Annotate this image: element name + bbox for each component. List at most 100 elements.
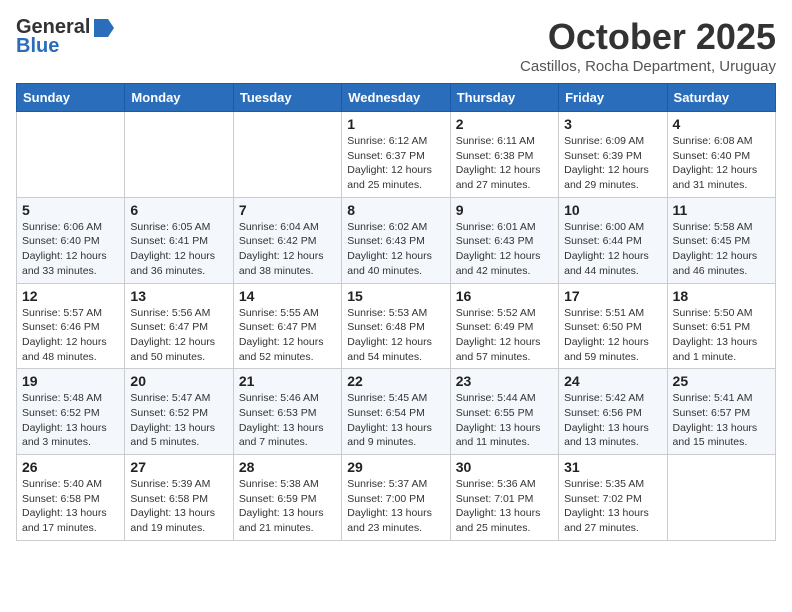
calendar-cell: 8 Sunrise: 6:02 AMSunset: 6:43 PMDaylight… — [342, 197, 450, 283]
calendar-cell: 28 Sunrise: 5:38 AMSunset: 6:59 PMDayligh… — [233, 455, 341, 541]
calendar-cell: 1Sunrise: 6:12 AMSunset: 6:37 PMDaylight… — [342, 112, 450, 198]
title-area: October 2025 Castillos, Rocha Department… — [520, 16, 776, 75]
day-info: Sunrise: 5:42 AMSunset: 6:56 PMDaylight:… — [564, 391, 661, 450]
day-info: Sunrise: 6:04 AMSunset: 6:42 PMDaylight:… — [239, 220, 336, 279]
calendar-week-row: 5Sunrise: 6:06 AMSunset: 6:40 PMDaylight… — [17, 197, 776, 283]
day-number: 2 — [456, 116, 553, 132]
day-number: 5 — [22, 202, 119, 218]
calendar-cell: 9 Sunrise: 6:01 AMSunset: 6:43 PMDaylight… — [450, 197, 558, 283]
calendar-cell: 7 Sunrise: 6:04 AMSunset: 6:42 PMDaylight… — [233, 197, 341, 283]
day-info: Sunrise: 5:52 AMSunset: 6:49 PMDaylight:… — [456, 306, 553, 365]
weekday-header-cell: Wednesday — [342, 84, 450, 112]
month-title: October 2025 — [520, 16, 776, 58]
calendar-cell: 30 Sunrise: 5:36 AMSunset: 7:01 PMDayligh… — [450, 455, 558, 541]
day-info: Sunrise: 5:47 AMSunset: 6:52 PMDaylight:… — [130, 391, 227, 450]
calendar-cell: 27 Sunrise: 5:39 AMSunset: 6:58 PMDayligh… — [125, 455, 233, 541]
calendar-cell: 6Sunrise: 6:05 AMSunset: 6:41 PMDaylight… — [125, 197, 233, 283]
day-info: Sunrise: 5:58 AMSunset: 6:45 PMDaylight:… — [673, 220, 770, 279]
logo: General Blue — [16, 16, 114, 58]
day-info: Sunrise: 5:46 AMSunset: 6:53 PMDaylight:… — [239, 391, 336, 450]
logo-blue-text: Blue — [16, 35, 59, 58]
day-number: 19 — [22, 373, 119, 389]
calendar-cell: 13Sunrise: 5:56 AMSunset: 6:47 PMDayligh… — [125, 283, 233, 369]
day-info: Sunrise: 6:00 AMSunset: 6:44 PMDaylight:… — [564, 220, 661, 279]
day-info: Sunrise: 5:38 AMSunset: 6:59 PMDaylight:… — [239, 477, 336, 536]
calendar-cell: 16Sunrise: 5:52 AMSunset: 6:49 PMDayligh… — [450, 283, 558, 369]
weekday-header-row: SundayMondayTuesdayWednesdayThursdayFrid… — [17, 84, 776, 112]
day-info: Sunrise: 6:09 AMSunset: 6:39 PMDaylight:… — [564, 134, 661, 193]
calendar-cell: 21 Sunrise: 5:46 AMSunset: 6:53 PMDayligh… — [233, 369, 341, 455]
day-info: Sunrise: 6:02 AMSunset: 6:43 PMDaylight:… — [347, 220, 444, 279]
calendar-cell: 22Sunrise: 5:45 AMSunset: 6:54 PMDayligh… — [342, 369, 450, 455]
calendar-cell: 17Sunrise: 5:51 AMSunset: 6:50 PMDayligh… — [559, 283, 667, 369]
day-info: Sunrise: 5:53 AMSunset: 6:48 PMDaylight:… — [347, 306, 444, 365]
day-number: 27 — [130, 459, 227, 475]
day-info: Sunrise: 5:39 AMSunset: 6:58 PMDaylight:… — [130, 477, 227, 536]
day-number: 31 — [564, 459, 661, 475]
weekday-header-cell: Monday — [125, 84, 233, 112]
day-number: 29 — [347, 459, 444, 475]
calendar-cell: 3 Sunrise: 6:09 AMSunset: 6:39 PMDaylight… — [559, 112, 667, 198]
calendar-cell: 2 Sunrise: 6:11 AMSunset: 6:38 PMDaylight… — [450, 112, 558, 198]
calendar-cell: 31Sunrise: 5:35 AMSunset: 7:02 PMDayligh… — [559, 455, 667, 541]
calendar-cell: 29Sunrise: 5:37 AMSunset: 7:00 PMDayligh… — [342, 455, 450, 541]
day-number: 21 — [239, 373, 336, 389]
calendar-cell — [125, 112, 233, 198]
day-number: 12 — [22, 288, 119, 304]
day-info: Sunrise: 5:41 AMSunset: 6:57 PMDaylight:… — [673, 391, 770, 450]
calendar-cell: 26 Sunrise: 5:40 AMSunset: 6:58 PMDayligh… — [17, 455, 125, 541]
day-number: 6 — [130, 202, 227, 218]
calendar-body: 1Sunrise: 6:12 AMSunset: 6:37 PMDaylight… — [17, 112, 776, 541]
day-info: Sunrise: 5:57 AMSunset: 6:46 PMDaylight:… — [22, 306, 119, 365]
calendar-cell: 25Sunrise: 5:41 AMSunset: 6:57 PMDayligh… — [667, 369, 775, 455]
calendar-cell: 10 Sunrise: 6:00 AMSunset: 6:44 PMDayligh… — [559, 197, 667, 283]
day-number: 24 — [564, 373, 661, 389]
calendar-week-row: 26 Sunrise: 5:40 AMSunset: 6:58 PMDayligh… — [17, 455, 776, 541]
calendar-cell: 15 Sunrise: 5:53 AMSunset: 6:48 PMDayligh… — [342, 283, 450, 369]
weekday-header-cell: Friday — [559, 84, 667, 112]
day-number: 8 — [347, 202, 444, 218]
page-header: General Blue October 2025 Castillos, Roc… — [16, 16, 776, 75]
day-info: Sunrise: 6:12 AMSunset: 6:37 PMDaylight:… — [347, 134, 444, 193]
weekday-header-cell: Thursday — [450, 84, 558, 112]
calendar-cell — [17, 112, 125, 198]
day-number: 15 — [347, 288, 444, 304]
day-number: 18 — [673, 288, 770, 304]
day-info: Sunrise: 5:36 AMSunset: 7:01 PMDaylight:… — [456, 477, 553, 536]
calendar-cell: 12 Sunrise: 5:57 AMSunset: 6:46 PMDayligh… — [17, 283, 125, 369]
day-number: 11 — [673, 202, 770, 218]
day-number: 4 — [673, 116, 770, 132]
weekday-header-cell: Saturday — [667, 84, 775, 112]
day-number: 14 — [239, 288, 336, 304]
day-number: 9 — [456, 202, 553, 218]
calendar-cell: 4Sunrise: 6:08 AMSunset: 6:40 PMDaylight… — [667, 112, 775, 198]
calendar-cell: 24 Sunrise: 5:42 AMSunset: 6:56 PMDayligh… — [559, 369, 667, 455]
day-info: Sunrise: 5:51 AMSunset: 6:50 PMDaylight:… — [564, 306, 661, 365]
day-number: 22 — [347, 373, 444, 389]
location-subtitle: Castillos, Rocha Department, Uruguay — [520, 58, 776, 75]
day-info: Sunrise: 5:44 AMSunset: 6:55 PMDaylight:… — [456, 391, 553, 450]
day-info: Sunrise: 5:40 AMSunset: 6:58 PMDaylight:… — [22, 477, 119, 536]
day-number: 10 — [564, 202, 661, 218]
calendar-cell: 18Sunrise: 5:50 AMSunset: 6:51 PMDayligh… — [667, 283, 775, 369]
day-number: 3 — [564, 116, 661, 132]
calendar-cell: 23 Sunrise: 5:44 AMSunset: 6:55 PMDayligh… — [450, 369, 558, 455]
calendar-cell: 19Sunrise: 5:48 AMSunset: 6:52 PMDayligh… — [17, 369, 125, 455]
logo-icon — [92, 17, 114, 39]
day-number: 7 — [239, 202, 336, 218]
day-info: Sunrise: 6:11 AMSunset: 6:38 PMDaylight:… — [456, 134, 553, 193]
day-number: 28 — [239, 459, 336, 475]
weekday-header-cell: Tuesday — [233, 84, 341, 112]
day-number: 30 — [456, 459, 553, 475]
calendar-week-row: 1Sunrise: 6:12 AMSunset: 6:37 PMDaylight… — [17, 112, 776, 198]
calendar-cell — [233, 112, 341, 198]
day-info: Sunrise: 5:56 AMSunset: 6:47 PMDaylight:… — [130, 306, 227, 365]
weekday-header-cell: Sunday — [17, 84, 125, 112]
day-number: 23 — [456, 373, 553, 389]
day-info: Sunrise: 6:01 AMSunset: 6:43 PMDaylight:… — [456, 220, 553, 279]
calendar-week-row: 19Sunrise: 5:48 AMSunset: 6:52 PMDayligh… — [17, 369, 776, 455]
calendar-table: SundayMondayTuesdayWednesdayThursdayFrid… — [16, 83, 776, 541]
calendar-cell: 20Sunrise: 5:47 AMSunset: 6:52 PMDayligh… — [125, 369, 233, 455]
calendar-cell — [667, 455, 775, 541]
day-number: 26 — [22, 459, 119, 475]
